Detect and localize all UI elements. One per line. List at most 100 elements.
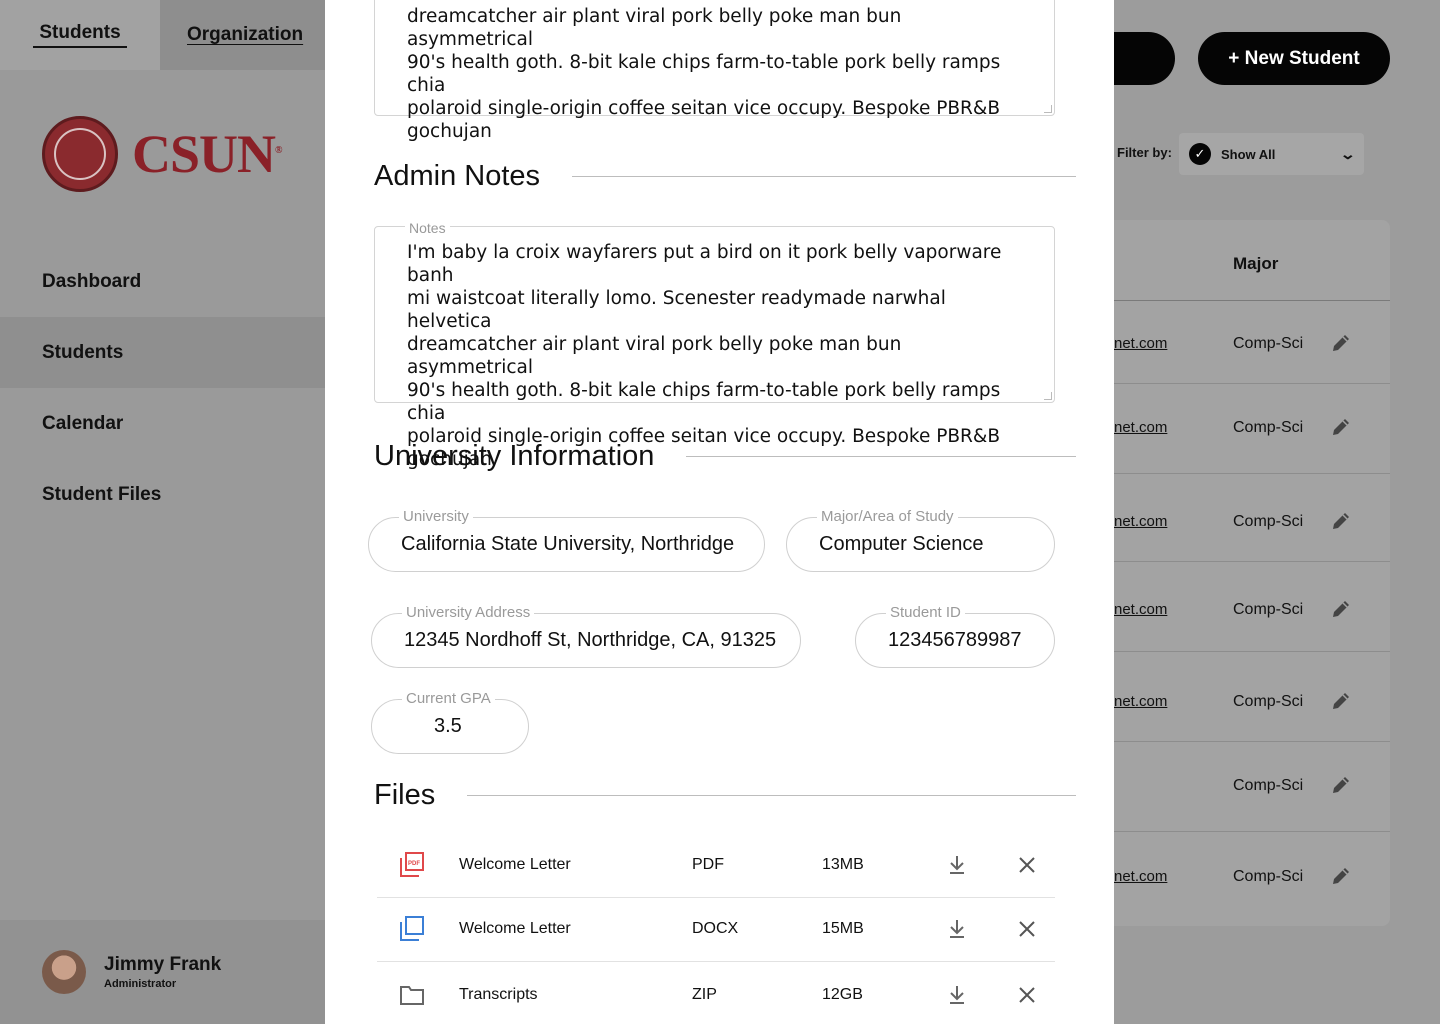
major-field[interactable]: Major/Area of Study Computer Science — [786, 508, 1055, 572]
edit-pencil-icon[interactable] — [1330, 510, 1352, 532]
student-id-label: Student ID — [886, 604, 965, 621]
student-email[interactable]: net.com — [1114, 601, 1167, 618]
filter-label: Filter by: — [1117, 145, 1172, 160]
file-size: 15MB — [822, 920, 864, 937]
notes-top-line: dreamcatcher air plant viral pork belly … — [407, 6, 902, 50]
student-major: Comp-Sci — [1233, 777, 1304, 794]
admin-notes-label: Notes — [405, 217, 450, 240]
notes-textarea-top[interactable]: dreamcatcher air plant viral pork belly … — [374, 0, 1055, 142]
download-icon[interactable] — [947, 984, 967, 1006]
user-profile[interactable]: Jimmy Frank Administrator — [0, 920, 325, 1024]
student-id-value: 123456789987 — [888, 629, 1022, 651]
student-major: Comp-Sci — [1233, 335, 1304, 352]
tab-organization[interactable]: Organization — [160, 0, 325, 70]
university-value: California State University, Northridge — [401, 533, 735, 555]
file-name: Transcripts — [459, 986, 538, 1003]
svg-text:PDF: PDF — [408, 861, 420, 867]
university-address-field[interactable]: University Address 12345 Nordhoff St, No… — [371, 604, 801, 668]
file-row[interactable]: Transcripts ZIP 12GB — [377, 964, 1055, 1024]
file-type: DOCX — [692, 920, 739, 937]
student-detail-modal: dreamcatcher air plant viral pork belly … — [325, 0, 1114, 1024]
student-major: Comp-Sci — [1233, 693, 1304, 710]
close-icon[interactable] — [1018, 986, 1036, 1004]
main-content-right: + New Student Filter by: ✓ Show All ⌄ Ma… — [1084, 0, 1440, 1024]
filter-select[interactable]: ✓ Show All ⌄ — [1179, 133, 1364, 175]
resize-handle[interactable] — [1044, 392, 1052, 400]
university-section-header: University Information — [374, 440, 1076, 473]
student-major: Comp-Sci — [1233, 868, 1304, 885]
download-icon[interactable] — [947, 854, 967, 876]
top-tabs: Students Organization — [0, 0, 325, 70]
admin-notes-section-header: Admin Notes — [374, 160, 1076, 193]
notes-top-line: gochujan — [407, 121, 492, 142]
file-size: 13MB — [822, 856, 864, 873]
sidebar-item-calendar[interactable]: Calendar — [0, 388, 325, 459]
admin-notes-line: I'm baby la croix wayfarers put a bird o… — [407, 242, 1002, 286]
major-value: Computer Science — [819, 533, 984, 555]
csun-logo[interactable]: CSUN® — [42, 116, 283, 192]
admin-notes-line: 90's health goth. 8-bit kale chips farm-… — [407, 380, 1001, 424]
sidebar-item-students[interactable]: Students — [0, 317, 325, 388]
tab-students[interactable]: Students — [0, 0, 160, 70]
download-icon[interactable] — [947, 918, 967, 940]
file-type: ZIP — [692, 986, 717, 1003]
student-email[interactable]: net.com — [1114, 419, 1167, 436]
student-email[interactable]: net.com — [1114, 513, 1167, 530]
university-field[interactable]: University California State University, … — [368, 508, 765, 572]
major-label: Major/Area of Study — [817, 508, 958, 525]
doc-icon — [400, 916, 424, 941]
edit-pencil-icon[interactable] — [1330, 416, 1352, 438]
section-title-university: University Information — [374, 440, 655, 472]
notes-top-line: 90's health goth. 8-bit kale chips farm-… — [407, 52, 1001, 96]
student-id-field[interactable]: Student ID 123456789987 — [855, 604, 1055, 668]
university-label: University — [399, 508, 473, 525]
close-icon[interactable] — [1018, 856, 1036, 874]
sidebar-item-dashboard[interactable]: Dashboard — [0, 246, 325, 317]
sidebar-nav: Dashboard Students Calendar Student File… — [0, 246, 325, 530]
pdf-icon: PDF — [400, 852, 424, 877]
student-email[interactable]: net.com — [1114, 868, 1167, 885]
logo-text: CSUN® — [132, 124, 283, 184]
filter-selected-value: Show All — [1221, 146, 1276, 162]
avatar — [42, 950, 86, 994]
admin-notes-textarea[interactable]: Notes I'm baby la croix wayfarers put a … — [374, 217, 1055, 470]
university-seal-icon — [42, 116, 118, 192]
address-value: 12345 Nordhoff St, Northridge, CA, 91325 — [404, 629, 777, 651]
folder-icon — [400, 986, 424, 1005]
edit-pencil-icon[interactable] — [1330, 690, 1352, 712]
check-icon: ✓ — [1189, 143, 1211, 165]
column-header-major[interactable]: Major — [1233, 254, 1278, 274]
address-label: University Address — [402, 604, 535, 621]
student-email[interactable]: net.com — [1114, 335, 1167, 352]
profile-role: Administrator — [104, 978, 177, 990]
student-email[interactable]: net.com — [1114, 693, 1167, 710]
gpa-label: Current GPA — [402, 690, 495, 707]
edit-pencil-icon[interactable] — [1330, 332, 1352, 354]
notes-top-line: polaroid single-origin coffee seitan vic… — [407, 98, 1001, 119]
file-name: Welcome Letter — [459, 856, 571, 873]
profile-name: Jimmy Frank — [104, 954, 222, 975]
admin-notes-line: dreamcatcher air plant viral pork belly … — [407, 334, 902, 378]
edit-pencil-icon[interactable] — [1330, 598, 1352, 620]
admin-notes-line: mi waistcoat literally lomo. Scenester r… — [407, 288, 946, 332]
edit-pencil-icon[interactable] — [1330, 774, 1352, 796]
section-title-admin-notes: Admin Notes — [374, 160, 541, 192]
tab-students-label: Students — [33, 22, 127, 48]
new-student-button[interactable]: + New Student — [1198, 32, 1390, 85]
sidebar: CSUN® Dashboard Students Calendar Studen… — [0, 70, 325, 1024]
chevron-down-icon: ⌄ — [1339, 145, 1357, 162]
resize-handle[interactable] — [1044, 105, 1052, 113]
file-type: PDF — [692, 856, 724, 873]
student-major: Comp-Sci — [1233, 513, 1304, 530]
students-table: Major net.com Comp-Sci net.com Comp-Sci net.… — [1114, 220, 1390, 926]
section-title-files: Files — [374, 779, 436, 811]
file-size: 12GB — [822, 986, 863, 1003]
student-major: Comp-Sci — [1233, 601, 1304, 618]
gpa-field[interactable]: Current GPA 3.5 — [371, 690, 529, 754]
close-icon[interactable] — [1018, 920, 1036, 938]
edit-pencil-icon[interactable] — [1330, 865, 1352, 887]
files-section-header: Files — [374, 779, 1076, 812]
file-row[interactable]: PDF Welcome Letter PDF 13MB — [377, 834, 1055, 898]
file-row[interactable]: Welcome Letter DOCX 15MB — [377, 898, 1055, 962]
sidebar-item-student-files[interactable]: Student Files — [0, 459, 325, 530]
